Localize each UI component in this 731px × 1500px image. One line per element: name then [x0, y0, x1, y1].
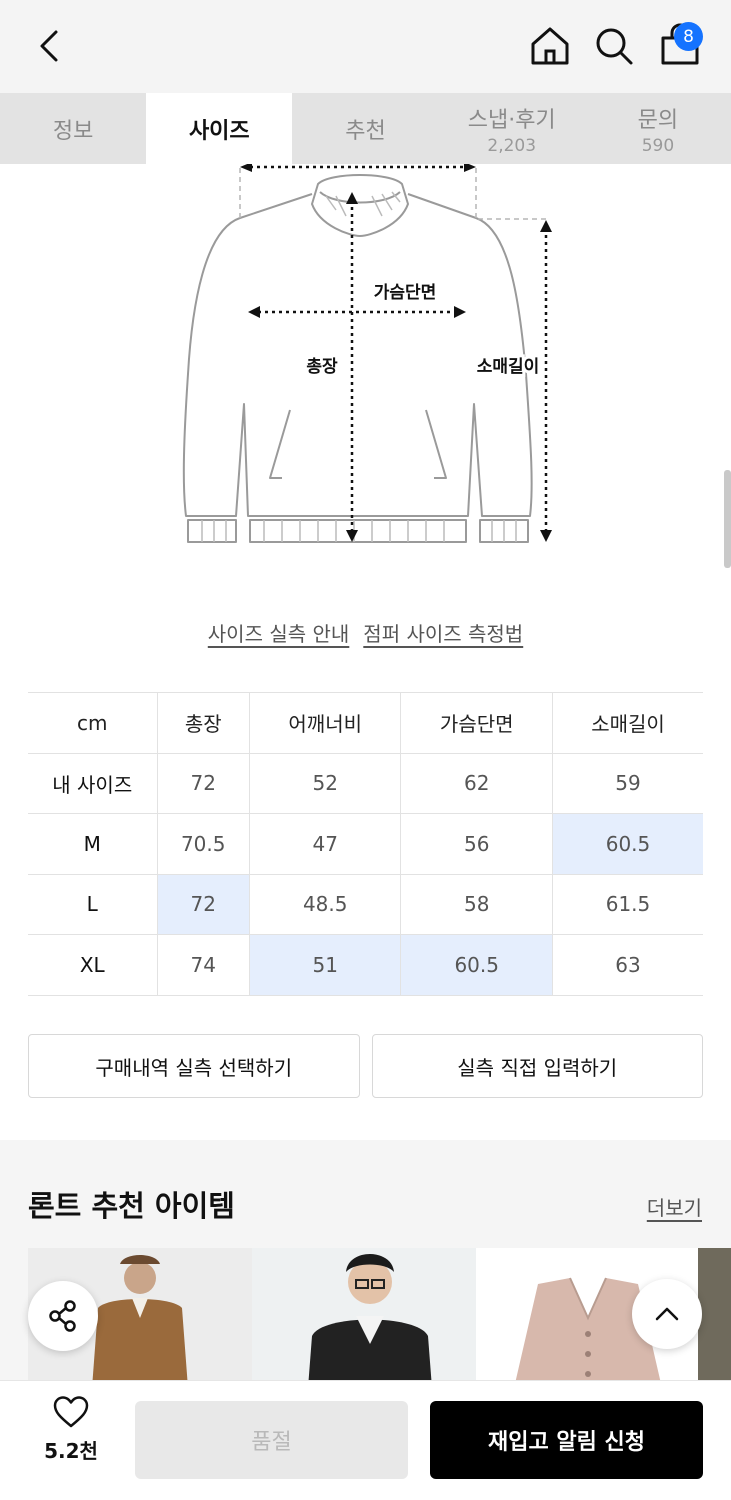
table-cell: M — [28, 813, 157, 875]
tab-snap-review[interactable]: 스냅·후기 2,203 — [439, 93, 585, 164]
search-icon[interactable] — [592, 24, 636, 68]
tab-label: 스냅·후기 — [467, 107, 556, 133]
table-header-row: cm 총장 어깨너비 가슴단면 소매길이 — [28, 692, 703, 754]
table-cell: 63 — [551, 934, 703, 996]
table-cell: 72 — [156, 752, 250, 814]
direct-input-button[interactable]: 실측 직접 입력하기 — [371, 1034, 703, 1098]
table-cell: 내 사이즈 — [28, 752, 157, 814]
table-row: 내 사이즈 72 52 62 59 — [28, 752, 703, 814]
tab-label: 추천 — [345, 118, 386, 144]
measurement-actions: 구매내역 실측 선택하기 실측 직접 입력하기 — [28, 1034, 703, 1098]
heart-icon — [53, 1396, 89, 1428]
table-header-cell: 가슴단면 — [400, 692, 553, 754]
table-cell: 48.5 — [248, 873, 401, 935]
table-cell: 47 — [248, 813, 401, 875]
table-header-cell: cm — [28, 692, 157, 754]
table-cell: 62 — [400, 752, 553, 814]
like-button[interactable]: 5.2천 — [28, 1395, 114, 1464]
table-row: L 72 48.5 58 61.5 — [28, 873, 703, 935]
table-cell: XL — [28, 934, 157, 996]
jacket-measurement-diagram: 가슴단면 총장 소매길이 — [182, 164, 552, 543]
tab-size[interactable]: 사이즈 — [146, 93, 293, 164]
recommend-carousel — [28, 1248, 731, 1380]
like-count: 5.2천 — [44, 1439, 98, 1463]
table-cell-highlighted: 60.5 — [551, 813, 703, 875]
table-cell: 58 — [400, 873, 553, 935]
size-measure-guide-link[interactable]: 사이즈 실측 안내 — [208, 618, 350, 647]
tab-inquiry-count: 590 — [641, 135, 675, 156]
table-cell: 61.5 — [551, 873, 703, 935]
recommend-section-title: 론트 추천 아이템 — [28, 1189, 235, 1223]
cart-count-badge: 8 — [674, 22, 703, 51]
tab-info[interactable]: 정보 — [0, 93, 146, 164]
product-thumbnail[interactable] — [252, 1248, 476, 1380]
table-cell-highlighted: 51 — [248, 934, 401, 996]
table-header-cell: 어깨너비 — [248, 692, 401, 754]
size-guide-links: 사이즈 실측 안내 점퍼 사이즈 측정법 — [0, 618, 731, 647]
share-icon — [49, 1300, 76, 1332]
table-row: M 70.5 47 56 60.5 — [28, 813, 703, 875]
tab-label: 문의 — [637, 107, 679, 133]
table-cell: 74 — [156, 934, 250, 996]
back-arrow-icon[interactable] — [30, 24, 70, 68]
table-cell-highlighted: 60.5 — [400, 934, 553, 996]
tab-recommend[interactable]: 추천 — [292, 93, 438, 164]
scroll-to-top-button[interactable] — [632, 1279, 702, 1349]
bottom-action-bar: 5.2천 품절 재입고 알림 신청 — [0, 1380, 731, 1500]
total-length-label: 총장 — [306, 357, 338, 377]
table-cell-highlighted: 72 — [156, 873, 250, 935]
tab-label: 사이즈 — [188, 118, 250, 144]
soldout-button: 품절 — [135, 1401, 408, 1479]
scrollbar-thumb[interactable] — [724, 470, 731, 568]
tab-label: 정보 — [52, 118, 94, 144]
tab-review-count: 2,203 — [487, 135, 537, 156]
tab-inquiry[interactable]: 문의 590 — [585, 93, 731, 164]
product-thumbnail[interactable] — [698, 1248, 731, 1380]
top-bar: 8 — [0, 0, 731, 93]
table-cell: 70.5 — [156, 813, 250, 875]
chest-width-label: 가슴단면 — [374, 283, 437, 303]
more-link[interactable]: 더보기 — [647, 1192, 702, 1221]
sleeve-length-label: 소매길이 — [477, 357, 540, 377]
size-table: cm 총장 어깨너비 가슴단면 소매길이 내 사이즈 72 52 62 59 M… — [28, 692, 703, 996]
product-tabs: 정보 사이즈 추천 스냅·후기 2,203 문의 590 — [0, 93, 731, 164]
chevron-up-icon — [655, 1307, 679, 1321]
select-purchase-history-button[interactable]: 구매내역 실측 선택하기 — [28, 1034, 360, 1098]
table-header-cell: 소매길이 — [551, 692, 703, 754]
restock-alert-button[interactable]: 재입고 알림 신청 — [430, 1401, 703, 1479]
table-cell: 56 — [400, 813, 553, 875]
table-row: XL 74 51 60.5 63 — [28, 934, 703, 996]
table-header-cell: 총장 — [156, 692, 250, 754]
table-cell: 52 — [248, 752, 401, 814]
jumper-measure-method-link[interactable]: 점퍼 사이즈 측정법 — [363, 618, 523, 647]
home-icon[interactable] — [528, 24, 572, 68]
table-cell: L — [28, 873, 157, 935]
share-button[interactable] — [28, 1281, 98, 1351]
table-cell: 59 — [551, 752, 703, 814]
